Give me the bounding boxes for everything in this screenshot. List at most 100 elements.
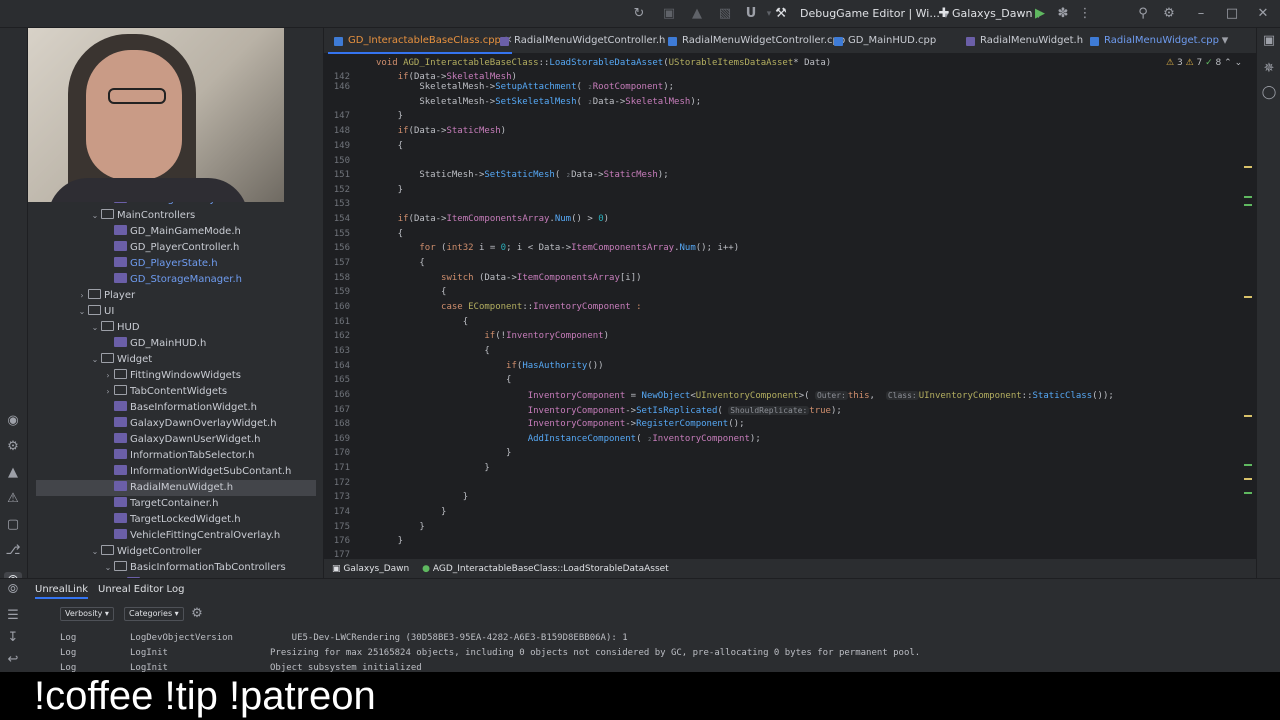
change-marker[interactable] [1244, 204, 1252, 206]
soft-wrap-icon[interactable]: ↩ [4, 651, 22, 669]
tree-file[interactable]: GalaxyDawnUserWidget.h [36, 432, 316, 448]
tree-file[interactable]: GD_StorageManager.h [36, 272, 316, 288]
ai-assistant-icon[interactable]: ✵ [1260, 60, 1278, 78]
tab-unreal-link[interactable]: UnrealLink [35, 583, 89, 599]
change-marker[interactable] [1244, 478, 1252, 480]
notifications-icon[interactable]: ▣ [1260, 32, 1278, 50]
change-marker[interactable] [1244, 492, 1252, 494]
change-marker[interactable] [1244, 196, 1252, 198]
tree-folder[interactable]: ⌄ WidgetController [36, 544, 316, 560]
breadcrumb-project[interactable]: Galaxys_Dawn [343, 564, 409, 574]
code-editor[interactable]: ⚠ 3 ⚠ 7 ✓ 8 ⌃ ⌄ void AGD_InteractableBas… [324, 54, 1256, 558]
line-number: 149 [333, 141, 350, 151]
code-text: for (int32 i = 0; i < Data->ItemComponen… [376, 241, 739, 256]
verbosity-dropdown[interactable]: Verbosity ▾ [60, 607, 114, 621]
code-line: 166 InventoryComponent = NewObject<UInve… [324, 388, 1256, 403]
search-icon[interactable]: ⚲ [1134, 5, 1152, 23]
gear-icon[interactable]: ⚙ [1160, 5, 1178, 23]
code-token: ); [657, 170, 669, 180]
tree-file[interactable]: RadialMenuWidget.h [36, 480, 316, 496]
vcs-icon[interactable]: ⎇ [4, 542, 22, 560]
close-icon[interactable]: ✕ [1254, 5, 1272, 23]
code-token: InventoryComponent [527, 419, 626, 429]
scroll-to-end-icon[interactable]: ↧ [4, 629, 22, 647]
gear-icon[interactable]: ⚙ [188, 605, 206, 623]
categories-dropdown[interactable]: Categories ▾ [124, 607, 184, 621]
database-icon[interactable]: ◯ [1260, 84, 1278, 102]
tree-file[interactable]: InformationTabSelector.h [36, 448, 316, 464]
maximize-icon[interactable]: □ [1223, 5, 1241, 23]
run-icon[interactable]: ▶ [1031, 5, 1049, 23]
header-file-icon [114, 513, 127, 523]
code-line: 156 for (int32 i = 0; i < Data->ItemComp… [324, 241, 1256, 256]
chevron-down-icon[interactable]: ⌄ [89, 544, 101, 560]
run-configuration-label: DebugGame Editor | Wi... [800, 7, 940, 20]
target-selector[interactable]: Galaxys_Dawn ▼ [952, 5, 1042, 23]
tree-folder[interactable]: › Player [36, 288, 316, 304]
tree-file[interactable]: BaseInformationWidget.h [36, 400, 316, 416]
change-marker[interactable] [1244, 166, 1252, 168]
breadcrumb-symbol[interactable]: AGD_InteractableBaseClass::LoadStorableD… [433, 564, 669, 574]
tab-editor-file[interactable]: RadialMenuWidget.cpp [1084, 28, 1219, 54]
run-configuration-selector[interactable]: DebugGame Editor | Wi... ▼ [800, 5, 949, 23]
tree-folder[interactable]: › TabContentWidgets [36, 384, 316, 400]
tree-file[interactable]: GD_MainGameMode.h [36, 224, 316, 240]
code-text: { [376, 139, 403, 154]
tree-file[interactable]: VehicleFittingCentralOverlay.h [36, 528, 316, 544]
tree-file[interactable]: GD_PlayerState.h [36, 256, 316, 272]
chevron-down-icon[interactable]: ⌄ [89, 352, 101, 368]
tree-file[interactable]: GD_PlayerController.h [36, 240, 316, 256]
chevron-right-icon[interactable]: › [102, 384, 114, 400]
change-marker[interactable] [1244, 415, 1252, 417]
gear-icon[interactable]: ⚙ [4, 438, 22, 456]
plugins-icon[interactable]: ◉ [4, 412, 22, 430]
tree-folder[interactable]: › FittingWindowWidgets [36, 368, 316, 384]
hammer-icon[interactable]: ▲ [688, 5, 706, 23]
problems-icon[interactable]: ⚠ [4, 490, 22, 508]
clear-log-icon[interactable]: ☰ [4, 607, 22, 625]
tree-folder[interactable]: ⌄ MainControllers [36, 208, 316, 224]
chevron-down-icon[interactable]: ⌄ [102, 560, 114, 576]
tab-editor-file[interactable]: RadialMenuWidgetController.h [494, 28, 665, 54]
chevron-down-icon[interactable]: ⌄ [89, 208, 101, 224]
code-token: ); [663, 82, 675, 92]
tab-unreal-editor-log[interactable]: Unreal Editor Log [98, 583, 184, 597]
code-text: } [376, 534, 403, 549]
tree-file[interactable]: TargetLockedWidget.h [36, 512, 316, 528]
method-icon: ● [422, 564, 430, 574]
tree-file[interactable]: GalaxyDawnOverlayWidget.h [36, 416, 316, 432]
build-tool-icon[interactable]: ▲ [4, 464, 22, 482]
tab-editor-file[interactable]: GD_InteractableBaseClass.cpp ✕ [328, 28, 513, 54]
code-token: * Data) [793, 58, 832, 68]
change-marker[interactable] [1244, 464, 1252, 466]
chevron-right-icon[interactable]: › [102, 368, 114, 384]
more-icon[interactable]: ⋮ [1076, 5, 1094, 23]
tree-file[interactable]: TargetContainer.h [36, 496, 316, 512]
tree-folder[interactable]: ⌄ BasicInformationTabControllers [36, 560, 316, 576]
tab-editor-file[interactable]: RadialMenuWidget.h [960, 28, 1083, 54]
chevron-right-icon[interactable]: › [76, 288, 88, 304]
code-token: Num [554, 214, 572, 224]
line-number: 156 [333, 243, 350, 253]
refresh-icon[interactable]: ↻ [630, 5, 648, 23]
breadcrumb: ▣ Galaxys_Dawn ● AGD_InteractableBaseCla… [324, 558, 1256, 578]
chevron-down-icon[interactable]: ⌄ [89, 320, 101, 336]
change-marker[interactable] [1244, 296, 1252, 298]
tree-file[interactable]: InformationWidgetSubContant.h [36, 464, 316, 480]
tree-folder[interactable]: ⌄ HUD [36, 320, 316, 336]
unreal-engine-icon[interactable]: U [742, 5, 760, 23]
debug-icon[interactable]: ✽ [1054, 5, 1072, 23]
tab-editor-file[interactable]: RadialMenuWidgetController.cpp [662, 28, 845, 54]
minimize-icon[interactable]: – [1192, 5, 1210, 23]
package-icon[interactable]: ▧ [716, 5, 734, 23]
chevron-down-icon[interactable]: ▾ [1216, 32, 1234, 50]
build-icon[interactable]: ▣ [660, 5, 678, 23]
tree-folder[interactable]: ⌄ Widget [36, 352, 316, 368]
tree-file[interactable]: GD_MainHUD.h [36, 336, 316, 352]
tree-folder[interactable]: ⌄ UI [36, 304, 316, 320]
terminal-icon[interactable]: ▢ [4, 516, 22, 534]
chevron-down-icon[interactable]: ⌄ [76, 304, 88, 320]
tab-editor-file[interactable]: GD_MainHUD.cpp [828, 28, 936, 54]
